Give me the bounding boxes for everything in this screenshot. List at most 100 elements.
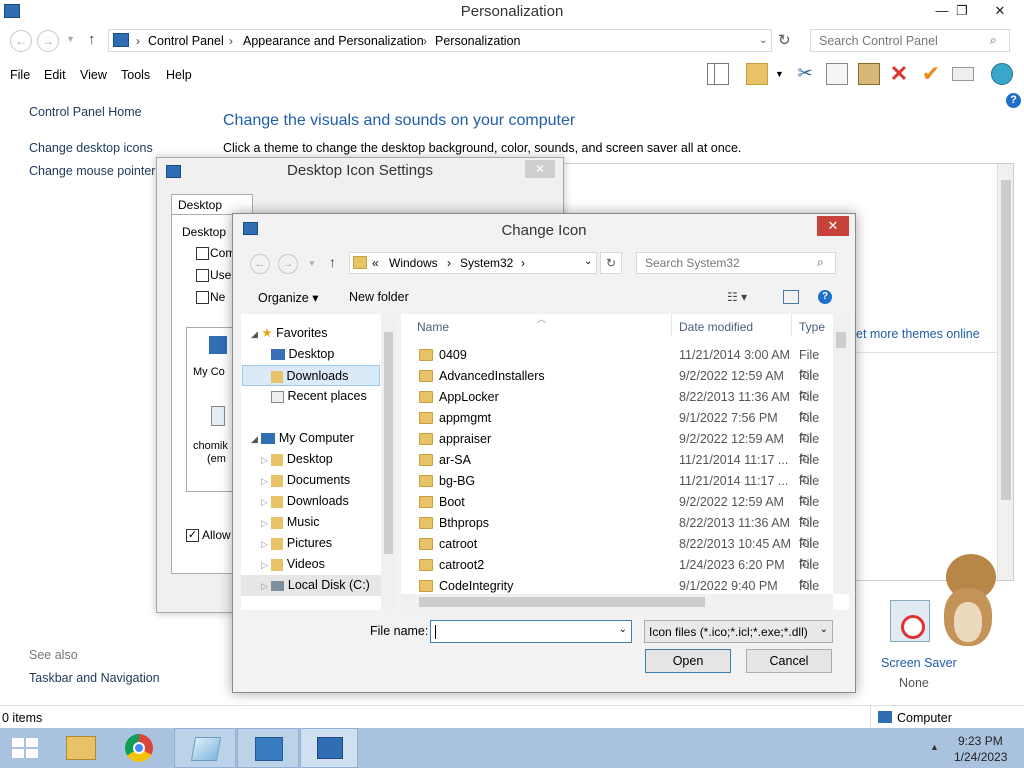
computer-icon[interactable] (209, 336, 227, 354)
delete-icon[interactable]: ✕ (888, 63, 910, 85)
breadcrumb-personalization[interactable]: Personalization (435, 34, 520, 48)
address-bar[interactable]: › Control Panel › Appearance and Persona… (108, 29, 772, 52)
navigation-pane[interactable]: ◢ ★ Favorites Desktop Downloads Recent p… (241, 314, 395, 610)
clock-time[interactable]: 9:23 PM (958, 734, 1003, 748)
organize-button[interactable]: Organize ▾ (258, 290, 318, 305)
file-row[interactable]: Boot 9/2/2022 12:59 AM File fol (401, 492, 833, 529)
tree-favorites[interactable]: ◢ ★ Favorites (251, 323, 328, 344)
recent-dropdown-icon[interactable]: ▼ (66, 34, 75, 44)
search-icon[interactable]: ⌕ (817, 255, 824, 270)
close-button[interactable]: ✕ (980, 0, 1020, 22)
file-list-vscrollbar[interactable] (833, 314, 849, 594)
tree-fav-recent[interactable]: Recent places (271, 386, 367, 407)
help-icon[interactable]: ? (818, 290, 832, 304)
tab-desktop-icons[interactable]: Desktop Icons (171, 194, 253, 226)
breadcrumb-windows[interactable]: Windows (389, 256, 438, 270)
forward-button[interactable]: → (37, 30, 59, 52)
file-row[interactable]: AppLocker 8/22/2013 11:36 AM File fol (401, 387, 833, 424)
dropdown-icon[interactable]: ▼ (775, 69, 784, 79)
chrome-taskbar-button[interactable] (112, 728, 170, 768)
view-options-icon[interactable]: ☷ ▾ (727, 290, 747, 304)
preview-pane-icon[interactable] (783, 290, 799, 304)
tree-my-computer[interactable]: ◢ My Computer (251, 428, 354, 449)
users-files-checkbox[interactable] (196, 269, 209, 282)
start-button[interactable] (0, 728, 58, 768)
globe-icon[interactable] (991, 63, 1013, 85)
change-mouse-pointers-link[interactable]: Change mouse pointers (29, 164, 162, 178)
column-header-type[interactable]: Type (799, 320, 825, 334)
back-button[interactable]: ← (10, 30, 32, 52)
app-taskbar-button[interactable] (174, 728, 236, 768)
tree-comp-local-disk[interactable]: ▷ Local Disk (C:) (241, 575, 381, 596)
column-divider[interactable] (791, 314, 792, 336)
get-more-themes-link[interactable]: et more themes online (856, 327, 980, 341)
menu-help[interactable]: Help (166, 68, 192, 82)
themes-scrollbar[interactable] (997, 164, 1013, 580)
breadcrumb-appearance[interactable]: Appearance and Personalization (243, 34, 424, 48)
file-row[interactable]: appraiser 9/2/2022 12:59 AM File fol (401, 429, 833, 466)
file-row[interactable]: catroot2 1/24/2023 6:20 PM File fol (401, 555, 833, 592)
screen-saver-icon[interactable] (890, 600, 930, 642)
back-button[interactable]: ← (250, 254, 270, 274)
breadcrumb-system32[interactable]: System32 (460, 256, 513, 270)
tree-comp-documents[interactable]: ▷ Documents (261, 470, 350, 491)
file-row[interactable]: catroot 8/22/2013 10:45 AM File fol (401, 534, 833, 571)
menu-view[interactable]: View (80, 68, 107, 82)
menu-edit[interactable]: Edit (44, 68, 66, 82)
address-bar[interactable]: « Windows › System32 › ⌄ (349, 252, 597, 274)
tree-comp-pictures[interactable]: ▷ Pictures (261, 533, 332, 554)
control-panel-home-link[interactable]: Control Panel Home (29, 105, 142, 119)
recent-dropdown-icon[interactable]: ▼ (308, 259, 316, 268)
refresh-icon[interactable]: ↻ (600, 252, 622, 274)
network-checkbox[interactable] (196, 291, 209, 304)
recycle-bin-icon[interactable] (211, 406, 225, 426)
file-row[interactable]: appmgmt 9/1/2022 7:56 PM File fol (401, 408, 833, 445)
maximize-button[interactable]: ❐ (942, 0, 982, 22)
file-list-pane[interactable]: Name ︿ Date modified Type 0409 11/21/2014… (401, 314, 849, 610)
change-desktop-icons-link[interactable]: Change desktop icons (29, 141, 153, 155)
hamster-desktop-pet[interactable] (936, 548, 1008, 648)
menu-tools[interactable]: Tools (121, 68, 150, 82)
open-button[interactable]: Open (645, 649, 731, 673)
computer-checkbox[interactable] (196, 247, 209, 260)
help-icon[interactable]: ? (1006, 93, 1021, 108)
address-dropdown-icon[interactable]: ⌄ (759, 35, 767, 46)
search-input[interactable]: Search System32 (636, 252, 836, 274)
tree-comp-music[interactable]: ▷ Music (261, 512, 320, 533)
up-button[interactable]: ↑ (329, 254, 336, 270)
paste-icon[interactable] (858, 63, 880, 85)
tree-scrollbar[interactable] (381, 314, 395, 610)
cut-icon[interactable]: ✂ (794, 63, 816, 85)
taskbar-navigation-link[interactable]: Taskbar and Navigation (29, 671, 160, 685)
new-folder-button[interactable]: New folder (349, 290, 409, 304)
file-row[interactable]: Bthprops 8/22/2013 11:36 AM File fol (401, 513, 833, 550)
search-icon[interactable]: ⌕ (990, 33, 997, 48)
close-button[interactable]: ✕ (817, 216, 849, 236)
file-explorer-taskbar-button[interactable] (52, 728, 110, 768)
cancel-button[interactable]: Cancel (746, 649, 832, 673)
show-hidden-icons-icon[interactable]: ▲ (930, 742, 939, 752)
screen-saver-label[interactable]: Screen Saver (881, 656, 957, 670)
forward-button[interactable]: → (278, 254, 298, 274)
file-list-hscrollbar[interactable] (401, 594, 833, 610)
checkmark-icon[interactable]: ✔ (920, 63, 942, 85)
control-panel-taskbar-button[interactable] (300, 728, 358, 768)
up-button[interactable]: ↑ (88, 31, 96, 48)
refresh-icon[interactable]: ↻ (778, 31, 791, 49)
copy-icon[interactable] (826, 63, 848, 85)
file-row[interactable]: AdvancedInstallers 9/2/2022 12:59 AM File … (401, 366, 833, 403)
allow-themes-checkbox[interactable]: ✓ (186, 529, 199, 542)
clock-date[interactable]: 1/24/2023 (954, 750, 1007, 764)
file-row[interactable]: 0409 11/21/2014 3:00 AM File fol (401, 345, 833, 382)
column-divider[interactable] (671, 314, 672, 336)
breadcrumb-control-panel[interactable]: Control Panel (148, 34, 224, 48)
tree-comp-downloads[interactable]: ▷ Downloads (261, 491, 349, 512)
address-dropdown-icon[interactable]: ⌄ (584, 256, 592, 267)
tree-comp-videos[interactable]: ▷ Videos (261, 554, 325, 575)
layout-icon[interactable] (707, 63, 729, 85)
overflow-chevron[interactable]: « (372, 256, 379, 270)
column-header-date[interactable]: Date modified (679, 320, 753, 334)
file-row[interactable]: bg-BG 11/21/2014 11:17 ... File fol (401, 471, 833, 508)
tree-fav-downloads[interactable]: Downloads (242, 365, 380, 386)
folder-check-icon[interactable] (746, 63, 768, 85)
